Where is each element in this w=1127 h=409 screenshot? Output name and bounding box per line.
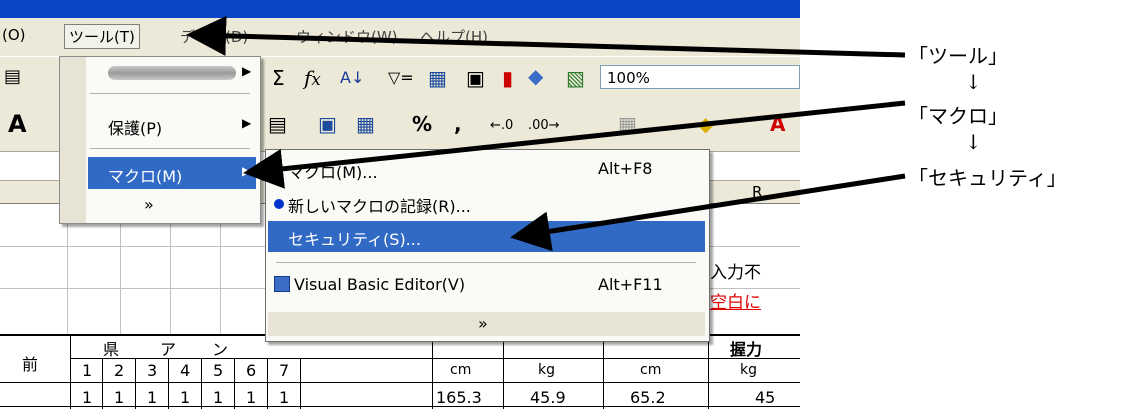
annotation-down-arrow-2: ↓ [965, 130, 982, 154]
arrow-to-macro [243, 100, 906, 189]
annotation-security: 「セキュリティ」 [908, 166, 1067, 190]
annotation-macro: 「マクロ」 [908, 104, 1008, 128]
annotation-tools: 「ツール」 [908, 44, 1008, 68]
arrow-to-tools [186, 15, 906, 58]
annotation-down-arrow-1: ↓ [965, 70, 982, 94]
arrow-to-security [510, 173, 906, 252]
